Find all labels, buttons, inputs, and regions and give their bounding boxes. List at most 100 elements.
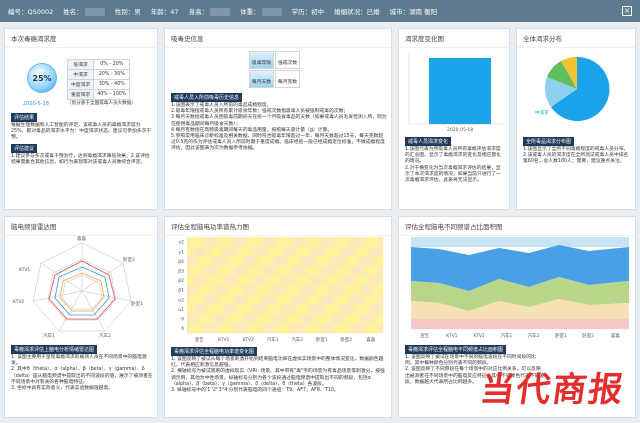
heatmap-cell xyxy=(275,285,279,295)
heatmap-cell xyxy=(294,323,299,334)
heatmap-cell xyxy=(236,265,240,276)
heatmap-cell xyxy=(353,313,358,324)
heatmap-cell xyxy=(213,256,217,267)
heatmap-cell xyxy=(190,246,194,257)
heatmap-cell xyxy=(232,304,237,315)
heatmap-cell xyxy=(376,323,381,334)
heatmap-cell xyxy=(219,323,224,334)
heatmap-cell xyxy=(314,304,318,315)
heatmap-cell xyxy=(258,237,263,247)
radar-text: 1. 该图主要用于呈现毒瘾渴求的被测人员在不同场景中的脑电激发。 2. 其中θ（… xyxy=(11,355,153,392)
heatmap-cell xyxy=(196,294,201,305)
heatmap-cell xyxy=(363,323,367,334)
heatmap-cell xyxy=(187,294,191,305)
heatmap-cell xyxy=(320,294,325,305)
heatmap-cell xyxy=(275,237,279,247)
history-text: 1.该图表示了戒毒人员入所前的毒品成瘾程度。 2.吸毒年限指戒毒人员所有累计吸食… xyxy=(171,103,387,152)
heatmap-cell xyxy=(353,246,358,257)
heatmap-cell xyxy=(301,275,305,286)
heatmap-cell xyxy=(311,313,315,324)
heatmap-cell xyxy=(200,323,204,334)
heatmap-cell xyxy=(288,285,292,295)
heatmap-cell xyxy=(301,285,305,295)
heatmap-cell xyxy=(304,323,309,334)
heatmap-cell xyxy=(307,256,312,267)
heatmap-cell xyxy=(196,265,201,276)
craving-level-table: 低渴求 0% - 20% 中渴求 20% - 30% 中度渴求 30% - 40% 重… xyxy=(66,59,131,100)
education-field: 学历：初中 xyxy=(291,8,325,16)
close-icon[interactable]: × xyxy=(622,6,632,16)
heatmap-cell xyxy=(239,304,243,315)
heatmap-cell xyxy=(213,246,217,257)
heatmap-cell xyxy=(242,256,247,267)
heatmap-cell xyxy=(320,304,325,315)
heatmap-ytick: γ2 xyxy=(178,240,184,246)
heatmap-cell xyxy=(236,304,240,315)
heatmap-cell xyxy=(294,304,299,315)
heatmap-cell xyxy=(350,265,354,276)
heatmap-cell xyxy=(268,265,273,276)
heatmap-cell xyxy=(317,323,322,334)
heatmap-cell xyxy=(324,246,328,257)
heatmap-cell xyxy=(222,237,227,247)
heatmap-cell xyxy=(245,246,250,257)
heatmap-cell xyxy=(334,256,338,267)
heatmap-cell xyxy=(294,256,299,267)
patient-info-bar: 编号：QS0002 姓名： 性别：男 年龄：47 身高： 体重： 学历：初中 婚… xyxy=(0,0,640,22)
heatmap-cell xyxy=(196,237,201,247)
heatmap-cell xyxy=(285,323,289,334)
heatmap-cell xyxy=(200,256,204,267)
heatmap-cell xyxy=(350,323,354,334)
radar-tag: 毒瘾渴求评估上脑电分析情绪雷达图 xyxy=(11,345,98,354)
heatmap-cell xyxy=(330,275,335,286)
heatmap-cell xyxy=(275,275,279,286)
heatmap-cell xyxy=(327,313,332,324)
heatmap-cell xyxy=(187,304,191,315)
heatmap-cell xyxy=(203,275,207,286)
heatmap-cell xyxy=(242,323,247,334)
heatmap-cell xyxy=(334,246,338,257)
heatmap-cell xyxy=(213,304,217,315)
heatmap-cell xyxy=(265,285,269,295)
heatmap-cell xyxy=(294,237,299,247)
heatmap-cell xyxy=(281,265,286,276)
heatmap-cell xyxy=(324,256,328,267)
heatmap-cell xyxy=(281,294,286,305)
heatmap-cell xyxy=(353,304,358,315)
id-field: 编号：QS0002 xyxy=(8,8,54,16)
heatmap-cell xyxy=(226,304,230,315)
heatmap-cell xyxy=(340,294,345,305)
heatmap-cell xyxy=(350,294,354,305)
heatmap-cell xyxy=(196,313,201,324)
heatmap-cell xyxy=(239,246,243,257)
heatmap-cell xyxy=(317,256,322,267)
heatmap-cell xyxy=(379,313,384,324)
heatmap-cell xyxy=(330,313,335,324)
heatmap-cell xyxy=(366,313,371,324)
heatmap-cell xyxy=(239,275,243,286)
heatmap-cell xyxy=(281,285,286,295)
trend-chart: 2020-05-18 xyxy=(408,52,503,133)
heatmap-cell xyxy=(196,285,201,295)
heatmap-cell xyxy=(298,323,302,334)
heatmap-cell xyxy=(226,246,230,257)
heatmap-ytick: γ1 xyxy=(178,249,184,255)
heatmap-cell xyxy=(216,294,220,305)
heatmap-cell xyxy=(369,294,374,305)
heatmap-cell xyxy=(262,294,266,305)
heatmap-cell xyxy=(265,237,269,247)
heatmap-cell xyxy=(360,275,364,286)
heatmap-cell xyxy=(222,246,227,257)
heatmap-cell xyxy=(285,294,289,305)
heatmap-cell xyxy=(258,304,263,315)
heatmap-cell xyxy=(311,285,315,295)
heatmap-cell xyxy=(366,304,371,315)
heatmap-cell xyxy=(206,265,211,276)
heatmap-cell xyxy=(369,237,374,247)
heatmap-cell xyxy=(262,304,266,315)
heatmap-ytick: β2 xyxy=(178,278,184,284)
heatmap-cell xyxy=(252,237,256,247)
heatmap-cell xyxy=(206,237,211,247)
craving-percent: 25% xyxy=(32,73,52,83)
heatmap-cell xyxy=(232,285,237,295)
